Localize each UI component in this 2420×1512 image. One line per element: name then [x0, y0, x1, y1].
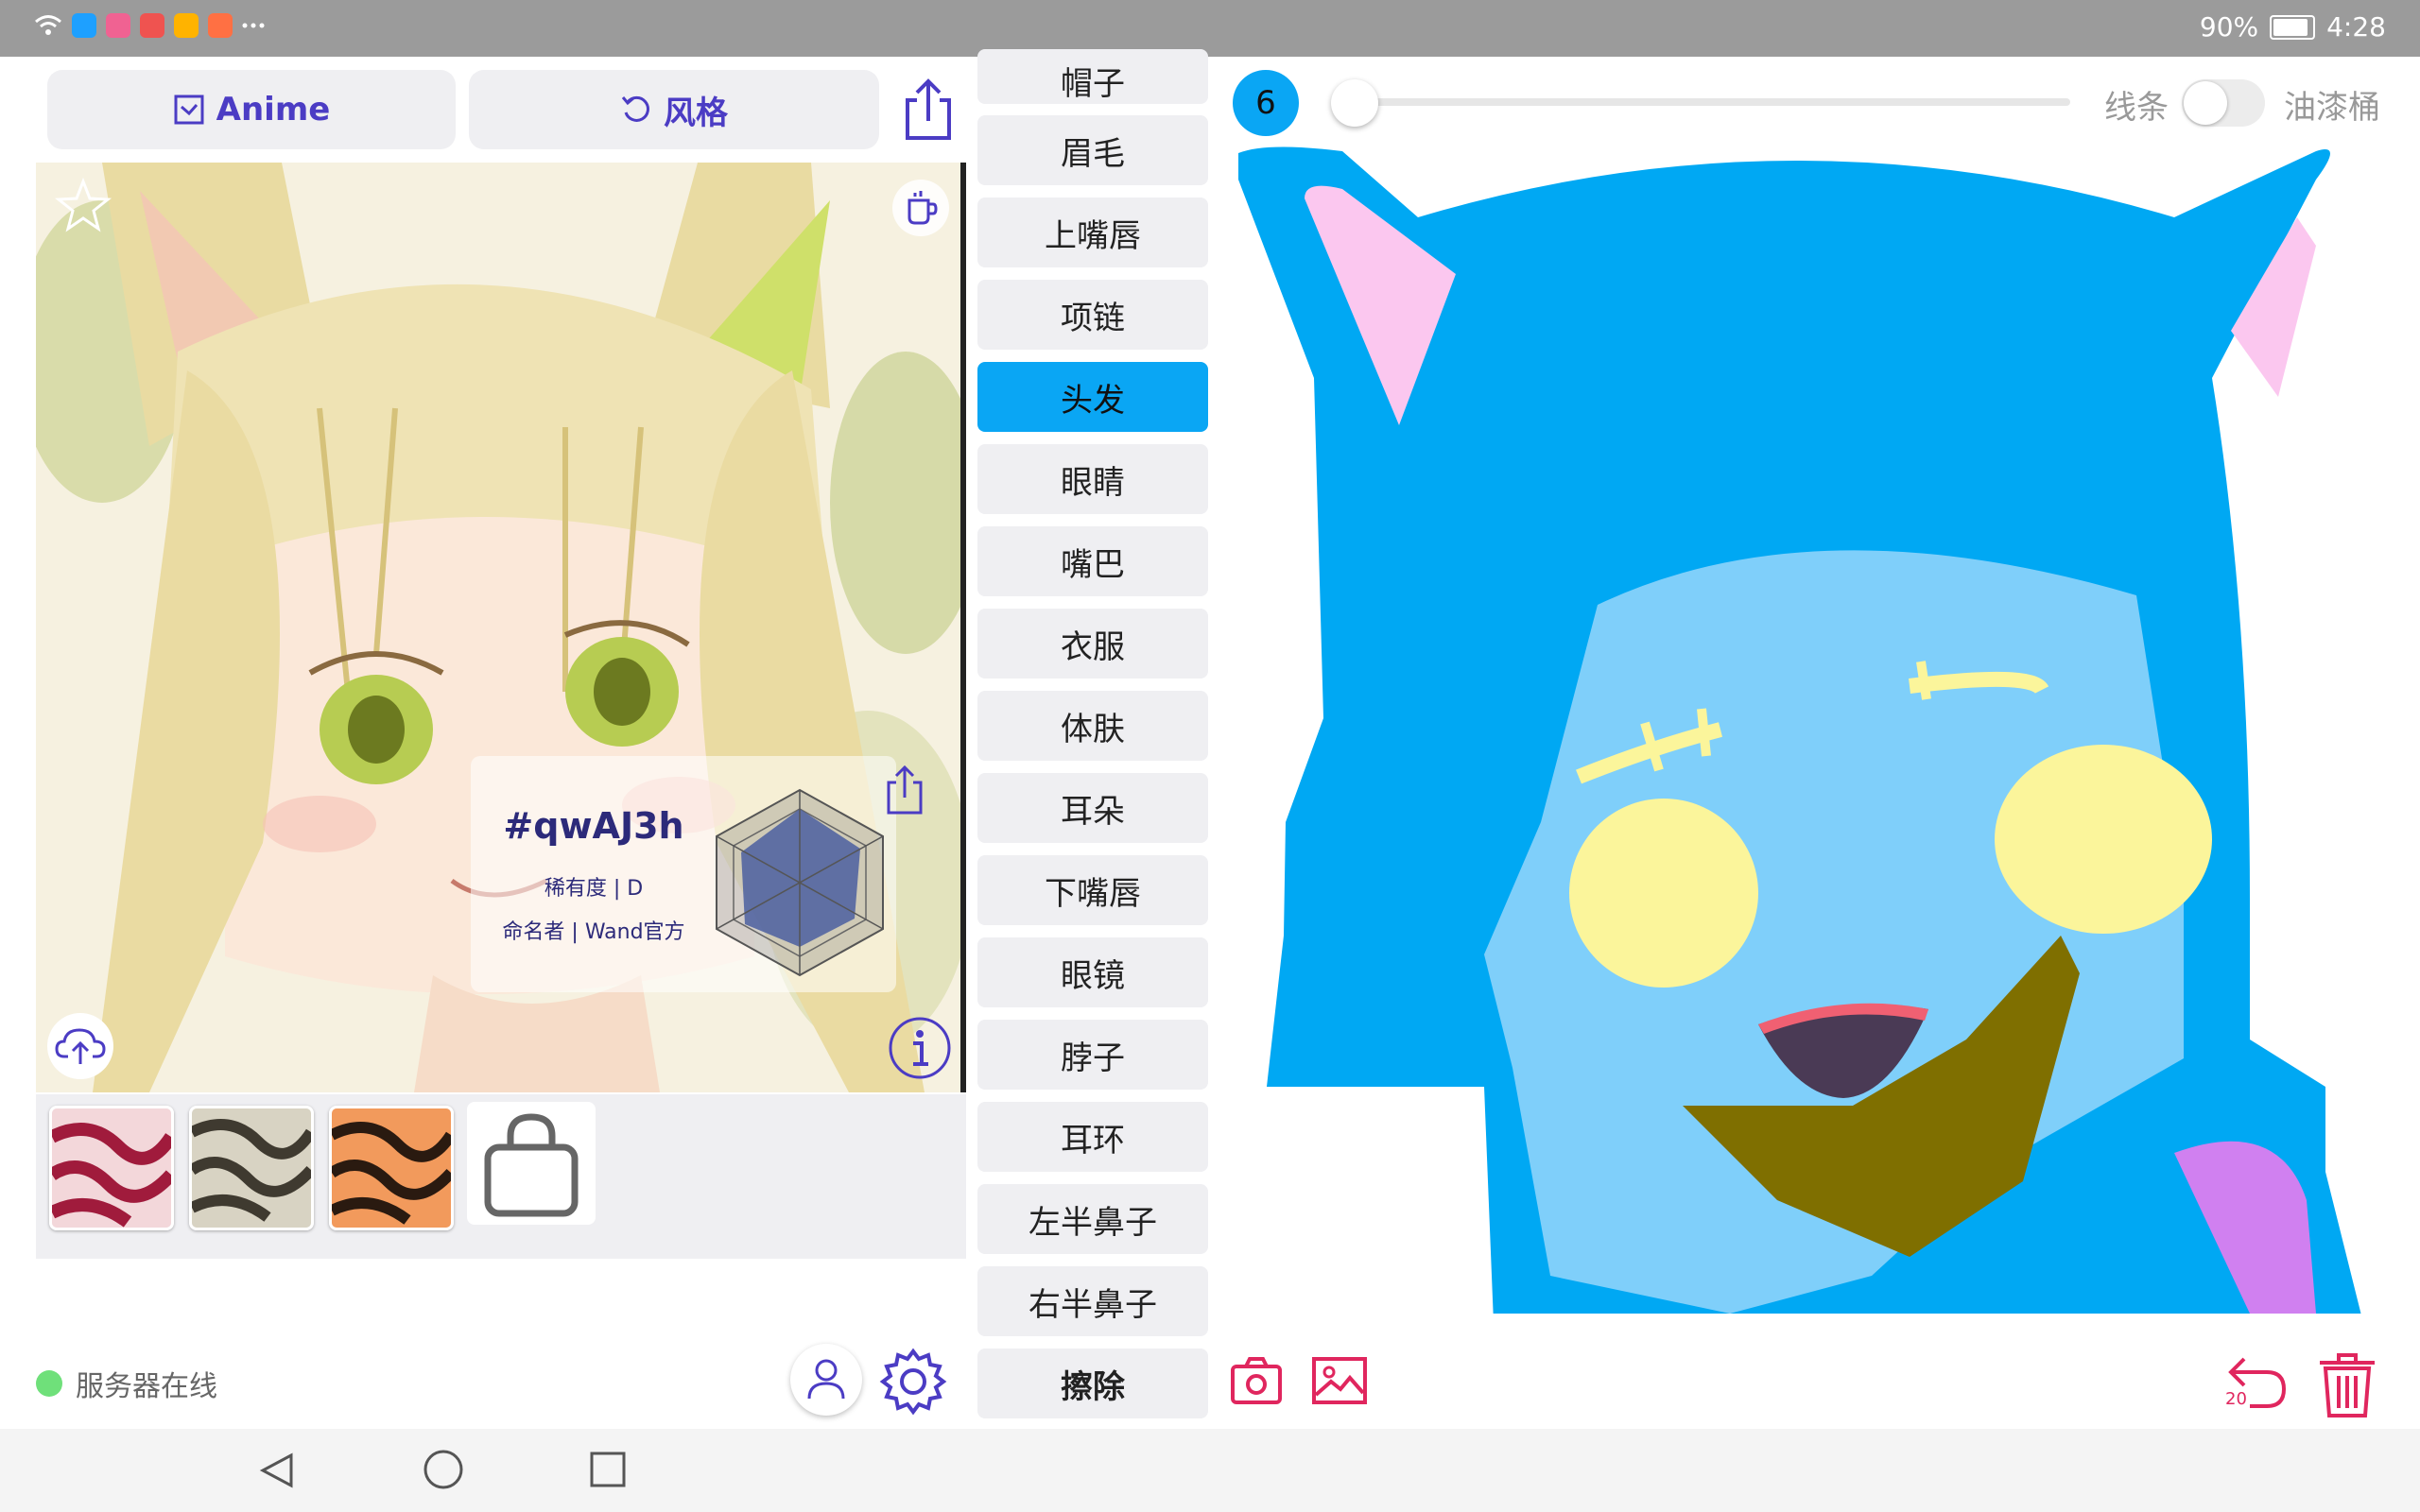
- status-bar: 90% 4:28: [0, 0, 2420, 57]
- part-item[interactable]: 下嘴唇: [977, 855, 1208, 925]
- status-bar-right: 90% 4:28: [2200, 11, 2386, 43]
- upload-button[interactable]: [47, 1013, 113, 1079]
- segmentation-sketch: [1238, 146, 2363, 1323]
- part-item[interactable]: 体肤: [977, 691, 1208, 761]
- wifi-icon: [35, 15, 61, 35]
- style-thumbnail-3[interactable]: [329, 1106, 454, 1230]
- gallery-image-icon[interactable]: [1310, 1353, 1369, 1408]
- character-rarity: 稀有度 | D: [544, 877, 644, 901]
- server-status: 服务器在线: [36, 1363, 217, 1404]
- rotate-icon: [621, 95, 649, 122]
- style-button-label: 风格: [664, 94, 728, 132]
- portrait-divider: [960, 163, 966, 1092]
- part-item[interactable]: 右半鼻子: [977, 1266, 1208, 1336]
- battery-icon: [2270, 14, 2316, 40]
- style-texture-gray: [192, 1108, 311, 1228]
- part-item[interactable]: 脖子: [977, 1020, 1208, 1090]
- part-item[interactable]: 嘴巴: [977, 526, 1208, 596]
- app-coffee-icon: [174, 13, 199, 38]
- coffee-cup-icon: [908, 191, 938, 225]
- status-bar-left: [34, 13, 265, 38]
- app-video-icon: [208, 13, 233, 38]
- card-share-icon[interactable]: [881, 764, 928, 816]
- recents-square-icon[interactable]: [588, 1450, 628, 1489]
- model-button[interactable]: Anime: [47, 70, 456, 149]
- app-search-icon: [72, 13, 96, 38]
- shop-button[interactable]: [467, 1102, 596, 1225]
- clock: 4:28: [2326, 11, 2386, 43]
- mode-bucket-label: 油漆桶: [2284, 89, 2380, 127]
- favorite-star-icon[interactable]: [53, 176, 113, 236]
- character-code: #qwAJ3h: [503, 805, 684, 847]
- info-icon[interactable]: [887, 1015, 953, 1081]
- mode-toggle-knob: [2184, 81, 2227, 125]
- part-item[interactable]: 项链: [977, 280, 1208, 350]
- trash-icon[interactable]: [2314, 1349, 2380, 1419]
- part-item[interactable]: 擦除: [977, 1349, 1208, 1418]
- part-item[interactable]: 眉毛: [977, 115, 1208, 185]
- undo-count: 20: [2225, 1389, 2247, 1409]
- part-item[interactable]: 上嘴唇: [977, 198, 1208, 267]
- settings-gear-icon[interactable]: [877, 1346, 949, 1418]
- app-book-icon: [140, 13, 164, 38]
- style-thumbnail-2[interactable]: [189, 1106, 314, 1230]
- part-item[interactable]: 衣服: [977, 609, 1208, 679]
- attribute-hexagon-chart: [716, 788, 884, 977]
- mode-toggle[interactable]: [2182, 79, 2265, 127]
- shopping-bag-icon: [484, 1113, 579, 1217]
- character-author: 命名者 | Wand官方: [502, 920, 685, 944]
- style-texture-red: [52, 1108, 171, 1228]
- navigation-bar: [0, 1429, 2420, 1512]
- part-item[interactable]: 眼镜: [977, 937, 1208, 1007]
- cloud-upload-icon: [55, 1028, 106, 1064]
- brush-size-slider-thumb[interactable]: [1331, 79, 1378, 127]
- back-triangle-icon[interactable]: [255, 1450, 297, 1491]
- server-status-dot: [36, 1370, 62, 1397]
- user-icon: [807, 1359, 845, 1400]
- app-info-icon: [106, 13, 130, 38]
- server-status-label: 服务器在线: [76, 1370, 217, 1403]
- camera-icon[interactable]: [1229, 1353, 1284, 1408]
- mode-line-label: 线条: [2104, 89, 2169, 127]
- part-item[interactable]: 帽子: [977, 49, 1208, 104]
- part-item[interactable]: 左半鼻子: [977, 1184, 1208, 1254]
- user-button[interactable]: [790, 1344, 862, 1416]
- battery-percent: 90%: [2199, 11, 2259, 43]
- model-button-label: Anime: [216, 91, 331, 129]
- drawing-canvas[interactable]: [1229, 142, 2382, 1323]
- style-button[interactable]: 风格: [469, 70, 879, 149]
- part-item[interactable]: 眼睛: [977, 444, 1208, 514]
- brush-size-slider[interactable]: [1333, 98, 2070, 106]
- brush-size-badge: 6: [1233, 70, 1299, 136]
- coffee-cup-button[interactable]: [892, 180, 949, 236]
- checkbox-icon: [174, 94, 204, 125]
- home-circle-icon[interactable]: [422, 1448, 465, 1491]
- part-item[interactable]: 耳环: [977, 1102, 1208, 1172]
- more-icon: [242, 23, 265, 28]
- share-icon[interactable]: [894, 76, 962, 144]
- part-item[interactable]: 头发: [977, 362, 1208, 432]
- part-item[interactable]: 耳朵: [977, 773, 1208, 843]
- style-thumbnail-1[interactable]: [49, 1106, 174, 1230]
- style-texture-orange: [332, 1108, 451, 1228]
